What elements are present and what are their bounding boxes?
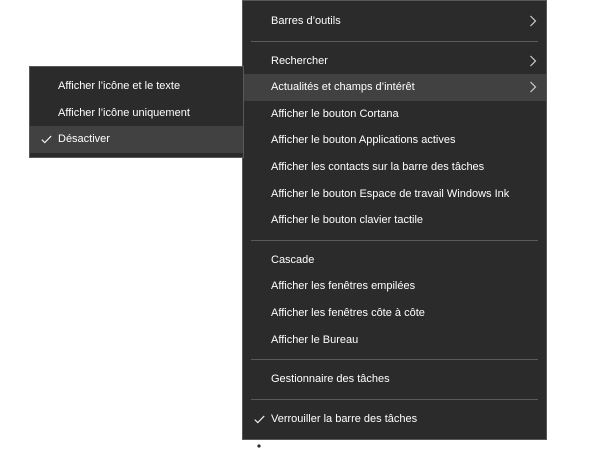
menu-item-stacked-windows[interactable]: Afficher les fenêtres empilées: [243, 273, 546, 300]
checkmark-icon: [252, 406, 266, 433]
menu-separator: [251, 239, 538, 241]
menu-item-label: Afficher les contacts sur la barre des t…: [271, 160, 485, 173]
menu-item-show-touch-keyboard-button[interactable]: Afficher le bouton clavier tactile: [243, 207, 546, 234]
menu-item-lock-taskbar[interactable]: Verrouiller la barre des tâches: [243, 406, 546, 433]
taskbar-context-menu: Barres d’outils Rechercher Actualités et…: [242, 0, 547, 452]
checkmark-icon: [39, 126, 53, 153]
menu-item-show-desktop[interactable]: Afficher le Bureau: [243, 327, 546, 354]
menu-separator: [251, 40, 538, 42]
menu-item-label: Paramètres de la barre des tâches: [271, 439, 440, 452]
menu-item-show-people[interactable]: Afficher les contacts sur la barre des t…: [243, 154, 546, 181]
menu-item-task-manager[interactable]: Gestionnaire des tâches: [243, 366, 546, 393]
menu-item-label: Afficher le bouton Applications actives: [271, 134, 456, 147]
submenu-item-icon-only[interactable]: Afficher l’icône uniquement: [30, 100, 243, 127]
menu-item-label: Afficher les fenêtres empilées: [271, 280, 416, 293]
menu-item-label: Afficher l’icône et le texte: [58, 80, 181, 92]
submenu-item-icon-and-text[interactable]: Afficher l’icône et le texte: [30, 73, 243, 100]
chevron-right-icon: [529, 48, 537, 75]
menu-separator: [251, 398, 538, 400]
menu-item-label: Afficher le Bureau: [271, 333, 359, 346]
menu-item-show-cortana-button[interactable]: Afficher le bouton Cortana: [243, 101, 546, 128]
menu-separator: [251, 359, 538, 361]
chevron-right-icon: [529, 8, 537, 35]
menu-item-label: Afficher le bouton Cortana: [271, 107, 399, 120]
menu-item-side-by-side-windows[interactable]: Afficher les fenêtres côte à côte: [243, 300, 546, 327]
menu-item-label: Barres d’outils: [271, 15, 341, 27]
menu-item-label: Actualités et champs d’intérêt: [271, 81, 415, 94]
gear-icon: [252, 432, 266, 459]
menu-item-label: Cascade: [271, 253, 315, 266]
menu-item-show-windows-ink-button[interactable]: Afficher le bouton Espace de travail Win…: [243, 181, 546, 208]
menu-item-label: Afficher les fenêtres côte à côte: [271, 306, 425, 319]
menu-item-search[interactable]: Rechercher: [243, 48, 546, 75]
menu-item-label: Rechercher: [271, 54, 328, 67]
menu-item-cascade[interactable]: Cascade: [243, 247, 546, 274]
chevron-right-icon: [529, 74, 537, 101]
menu-item-show-task-view-button[interactable]: Afficher le bouton Applications actives: [243, 127, 546, 154]
menu-item-label: Afficher le bouton clavier tactile: [271, 214, 424, 227]
menu-item-label: Verrouiller la barre des tâches: [271, 412, 418, 425]
menu-item-taskbar-settings[interactable]: Paramètres de la barre des tâches: [243, 432, 546, 459]
news-and-interests-submenu: Afficher l’icône et le texte Afficher l’…: [29, 66, 244, 158]
menu-item-news-and-interests[interactable]: Actualités et champs d’intérêt: [243, 74, 546, 101]
menu-item-label: Afficher le bouton Espace de travail Win…: [271, 187, 510, 200]
menu-item-label: Afficher l’icône uniquement: [58, 106, 190, 119]
menu-item-label: Désactiver: [58, 133, 110, 146]
menu-item-label: Gestionnaire des tâches: [271, 373, 390, 386]
menu-item-toolbars[interactable]: Barres d’outils: [243, 8, 546, 35]
submenu-item-turn-off[interactable]: Désactiver: [30, 126, 243, 153]
